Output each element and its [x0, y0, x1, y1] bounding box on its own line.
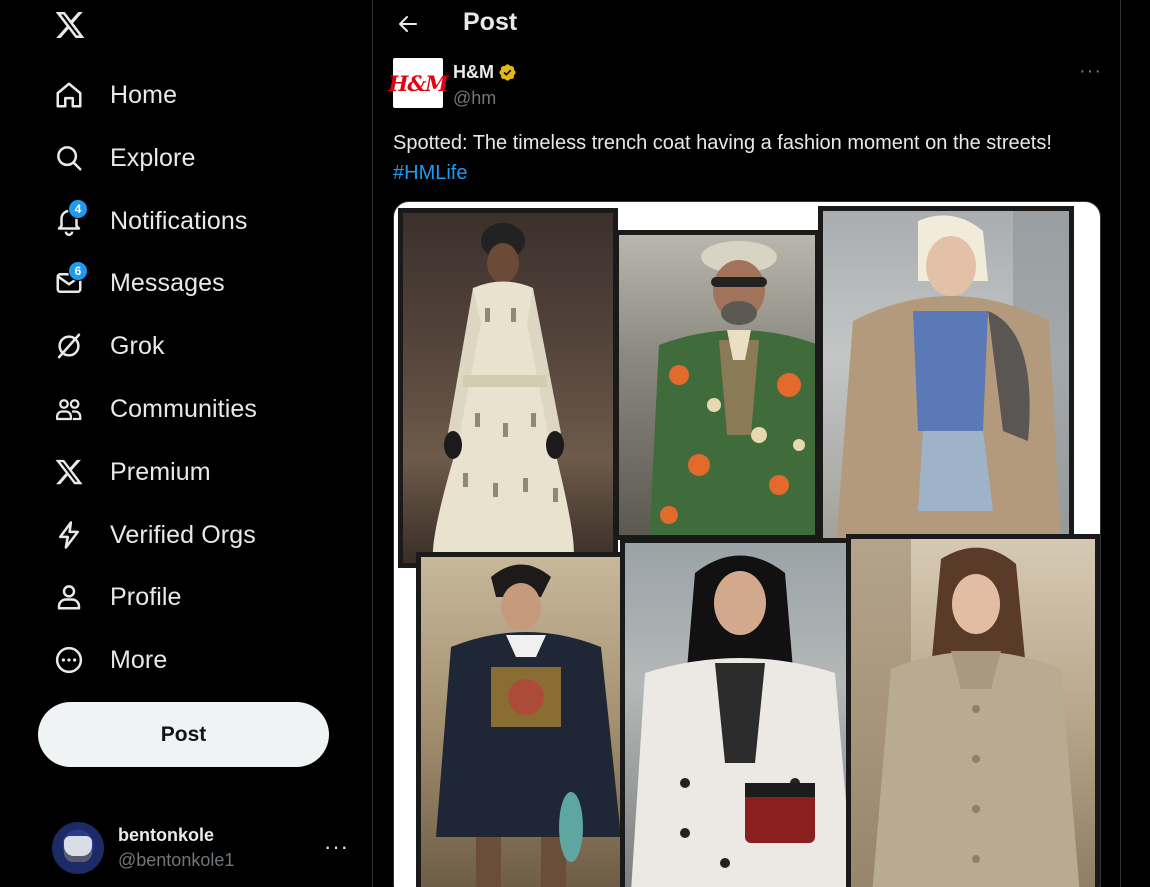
post-button[interactable]: Post — [38, 702, 329, 767]
sidebar-item-more[interactable]: More — [40, 634, 179, 686]
sidebar-item-home[interactable]: Home — [40, 69, 189, 121]
sidebar-item-label: Premium — [110, 457, 211, 486]
sidebar-item-label: Messages — [110, 268, 225, 297]
sidebar-item-label: Verified Orgs — [110, 520, 256, 549]
home-icon — [52, 78, 86, 112]
messages-badge: 6 — [68, 261, 88, 281]
lightning-icon — [52, 518, 86, 552]
envelope-icon: 6 — [52, 261, 88, 300]
sidebar-item-label: More — [110, 645, 168, 674]
sidebar-item-label: Profile — [110, 582, 182, 611]
collage-photo-1 — [398, 208, 618, 568]
sidebar-item-label: Home — [110, 80, 178, 109]
author-handle[interactable]: @hm — [453, 88, 496, 109]
page-title: Post — [463, 8, 518, 36]
sidebar-item-verified-orgs[interactable]: Verified Orgs — [40, 509, 268, 561]
sidebar-item-explore[interactable]: Explore — [40, 132, 207, 184]
post-text: Spotted: The timeless trench coat having… — [393, 128, 1093, 188]
bell-icon: 4 — [52, 199, 88, 238]
x-logo-icon — [52, 455, 86, 489]
author-avatar[interactable]: H&M — [388, 58, 449, 108]
sidebar-item-notifications[interactable]: 4 Notifications — [40, 195, 259, 247]
account-switcher[interactable]: bentonkole @bentonkole1 ··· — [52, 820, 352, 876]
notification-badge: 4 — [68, 199, 88, 219]
account-handle: @bentonkole1 — [118, 850, 235, 870]
account-name: bentonkole — [118, 825, 215, 845]
sidebar-item-label: Notifications — [110, 206, 248, 235]
avatar — [52, 822, 104, 874]
sidebar-item-label: Communities — [110, 394, 257, 423]
account-more-icon[interactable]: ··· — [324, 834, 349, 860]
account-info: bentonkole @bentonkole1 — [118, 825, 234, 871]
collage-photo-3 — [818, 206, 1074, 578]
sidebar: Home Explore 4 Notifications 6 Messages … — [0, 0, 372, 887]
column-divider — [372, 0, 373, 887]
post-media-collage[interactable] — [393, 201, 1101, 887]
hm-logo: H&M — [388, 70, 448, 96]
author-name: H&M — [453, 62, 494, 82]
search-icon — [52, 141, 86, 175]
column-divider — [1120, 0, 1121, 887]
author-name-row[interactable]: H&M — [453, 62, 517, 83]
sidebar-item-profile[interactable]: Profile — [40, 571, 194, 623]
arrow-left-icon[interactable] — [393, 9, 423, 39]
grok-icon — [52, 329, 86, 363]
communities-icon — [52, 392, 86, 426]
sidebar-item-premium[interactable]: Premium — [40, 446, 223, 498]
collage-photo-5 — [620, 538, 854, 887]
collage-photo-4 — [416, 552, 628, 887]
collage-photo-2 — [614, 230, 820, 540]
x-logo-icon[interactable] — [51, 6, 89, 44]
person-icon — [52, 580, 86, 614]
verified-badge-icon — [499, 64, 516, 81]
sidebar-item-label: Explore — [110, 143, 196, 172]
post-header: Post — [373, 0, 1120, 48]
sidebar-item-label: Grok — [110, 331, 165, 360]
more-circle-icon — [52, 643, 86, 677]
hashtag-link[interactable]: #HMLife — [393, 162, 467, 184]
sidebar-item-communities[interactable]: Communities — [40, 383, 269, 435]
more-icon[interactable]: ··· — [1079, 60, 1102, 83]
post-body: Spotted: The timeless trench coat having… — [393, 132, 1052, 154]
sidebar-item-messages[interactable]: 6 Messages — [40, 257, 237, 309]
sidebar-item-grok[interactable]: Grok — [40, 320, 177, 372]
collage-photo-6 — [846, 534, 1100, 887]
